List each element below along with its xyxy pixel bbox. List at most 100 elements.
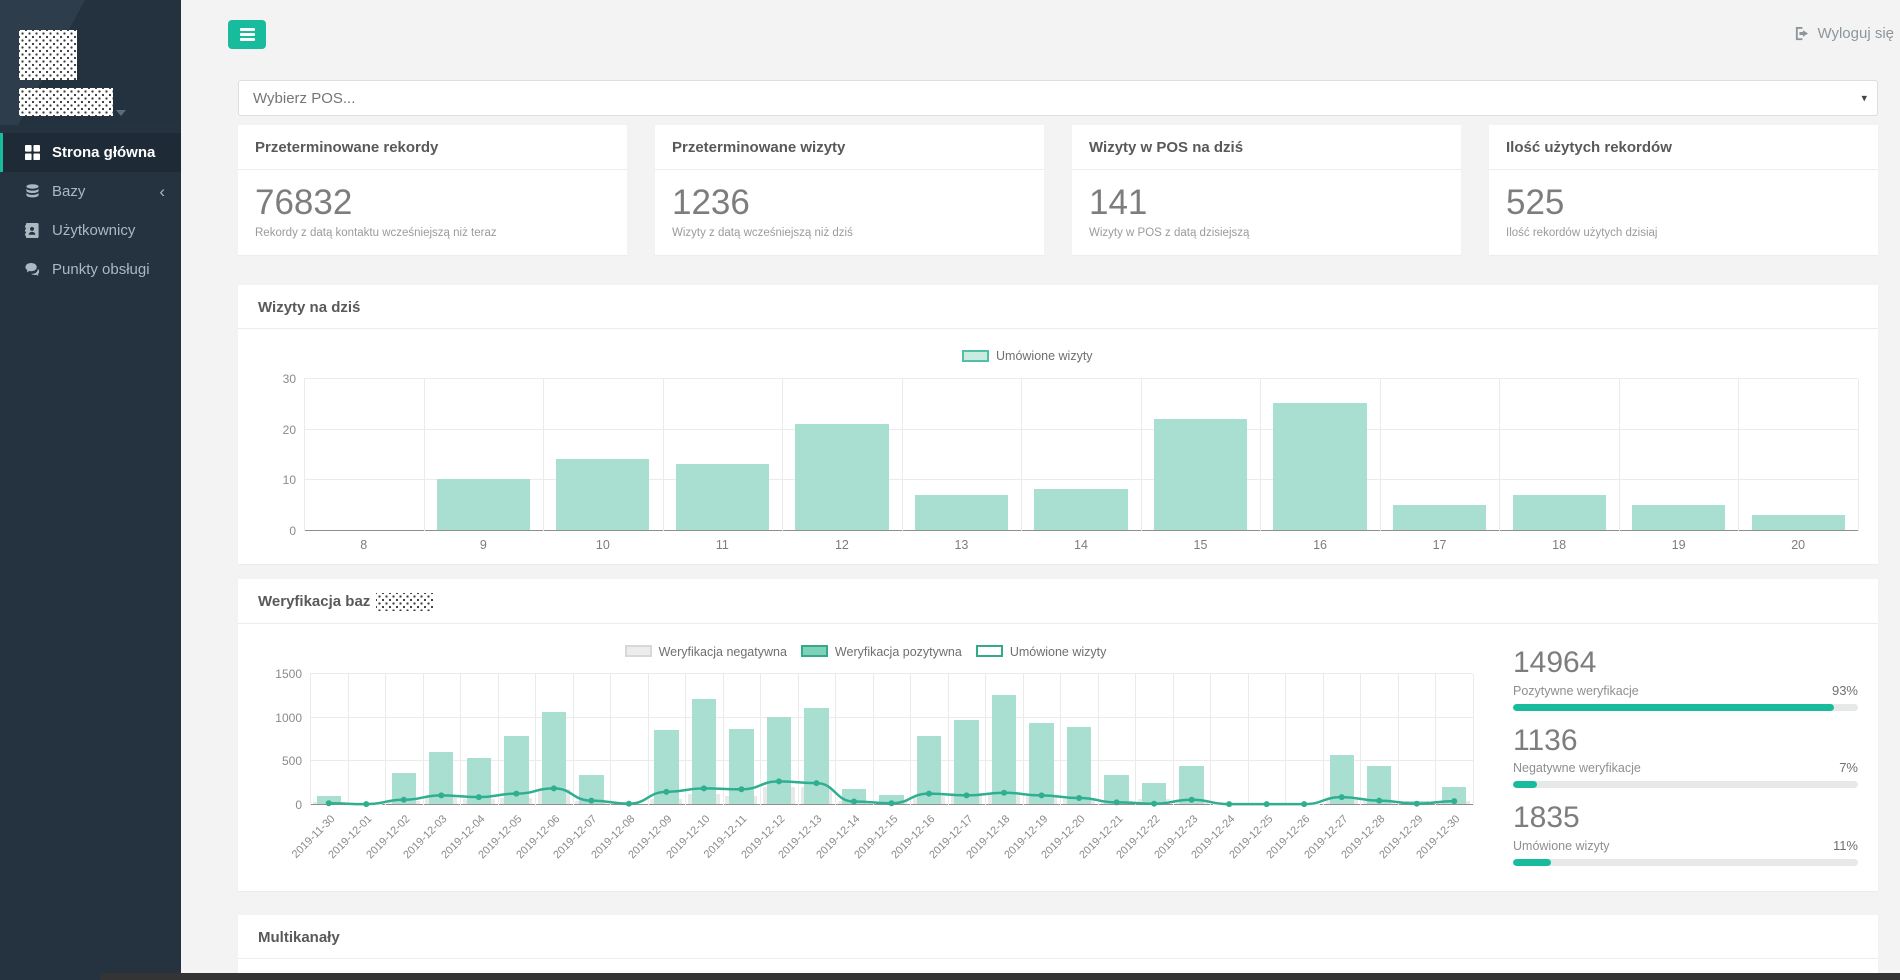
bar bbox=[1513, 495, 1606, 530]
panel-visits-today: Wizyty na dziś Umówione wizyty 0102030 8… bbox=[238, 285, 1878, 564]
panel-title: Wizyty na dziś bbox=[238, 285, 1878, 329]
sidebar-item-strona-glowna[interactable]: Strona główna bbox=[0, 133, 181, 172]
card-subtitle: Wizyty z datą wcześniejszą niż dziś bbox=[672, 227, 1027, 239]
pos-select[interactable]: Wybierz POS... ▾ bbox=[238, 80, 1878, 116]
stat-card-przeterminowane-wizyty: Przeterminowane wizyty 1236 Wizyty z dat… bbox=[655, 125, 1044, 255]
card-title: Przeterminowane wizyty bbox=[655, 125, 1044, 170]
grid-line bbox=[663, 379, 664, 531]
sign-out-icon bbox=[1794, 26, 1809, 41]
sidebar-item-uzytkownicy[interactable]: Użytkownicy bbox=[0, 211, 181, 250]
stat-value: 1835 bbox=[1513, 801, 1858, 836]
legend-label: Weryfikacja negatywna bbox=[659, 645, 787, 659]
card-value: 141 bbox=[1089, 182, 1444, 224]
stat-negatywne-weryfikacje: 1136 Negatywne weryfikacje 7% bbox=[1513, 724, 1858, 789]
panel-multichannel: Multikanały bbox=[238, 915, 1878, 975]
line-point bbox=[738, 786, 744, 792]
grid-line bbox=[1619, 379, 1620, 531]
verification-stats: 14964 Pozytywne weryfikacje 93% 1136 Neg… bbox=[1473, 628, 1858, 881]
line-point bbox=[588, 798, 594, 804]
database-icon bbox=[24, 183, 41, 200]
topbar: Wyloguj się bbox=[238, 0, 1878, 80]
line-point bbox=[551, 785, 557, 791]
sidebar-item-label: Użytkownicy bbox=[52, 222, 135, 239]
y-tick-label: 30 bbox=[258, 372, 296, 386]
line-point bbox=[513, 791, 519, 797]
grid-line bbox=[304, 378, 1858, 379]
card-title: Przeterminowane rekordy bbox=[238, 125, 627, 170]
legend-swatch-weryfikacja-negatywna bbox=[625, 645, 652, 657]
comments-icon bbox=[24, 261, 41, 278]
y-tick-label: 0 bbox=[258, 524, 296, 538]
x-tick-label: 12 bbox=[782, 538, 902, 552]
bar bbox=[676, 464, 769, 530]
card-subtitle: Wizyty w POS z datą dzisiejszą bbox=[1089, 227, 1444, 239]
grid-line bbox=[1380, 379, 1381, 531]
line-point bbox=[701, 785, 707, 791]
logo-area bbox=[0, 0, 181, 125]
sidebar: Strona główna Bazy ‹ Użytkownicy Punkty … bbox=[0, 0, 181, 980]
line-point bbox=[1189, 797, 1195, 803]
card-subtitle: Rekordy z datą kontaktu wcześniejszą niż… bbox=[255, 227, 610, 239]
line-point bbox=[1376, 798, 1382, 804]
legend-swatch-umowione-wizyty bbox=[976, 645, 1003, 657]
legend-label: Weryfikacja pozytywna bbox=[835, 645, 962, 659]
grid-line bbox=[1499, 379, 1500, 531]
chart-legend: Weryfikacja negatywna Weryfikacja pozyty… bbox=[258, 628, 1473, 668]
bar bbox=[795, 424, 888, 530]
y-tick-label: 0 bbox=[264, 798, 302, 812]
line-point bbox=[926, 791, 932, 797]
x-tick-label: 15 bbox=[1141, 538, 1261, 552]
sidebar-toggle-button[interactable] bbox=[228, 20, 266, 49]
visits-chart-xaxis: 891011121314151617181920 bbox=[304, 538, 1858, 552]
x-tick-label: 16 bbox=[1260, 538, 1380, 552]
x-tick-label: 13 bbox=[902, 538, 1022, 552]
horizontal-scrollbar-thumb[interactable] bbox=[100, 973, 1900, 980]
card-title: Wizyty w POS na dziś bbox=[1072, 125, 1461, 170]
sidebar-item-label: Strona główna bbox=[52, 144, 155, 161]
progress-bar bbox=[1513, 859, 1858, 866]
stat-card-przeterminowane-rekordy: Przeterminowane rekordy 76832 Rekordy z … bbox=[238, 125, 627, 255]
bar bbox=[1393, 505, 1486, 530]
grid-line bbox=[1260, 379, 1261, 531]
x-tick-label: 14 bbox=[1021, 538, 1141, 552]
stat-value: 1136 bbox=[1513, 724, 1858, 759]
bar bbox=[437, 479, 530, 530]
stat-label: Pozytywne weryfikacje bbox=[1513, 684, 1639, 698]
caret-down-icon bbox=[116, 110, 126, 116]
progress-bar bbox=[1513, 704, 1858, 711]
grid-icon bbox=[24, 144, 41, 161]
y-tick-label: 1000 bbox=[264, 711, 302, 725]
panel-title: Weryfikacja baz bbox=[238, 579, 1878, 624]
card-title: Ilość użytych rekordów bbox=[1489, 125, 1878, 170]
x-tick-label: 17 bbox=[1380, 538, 1500, 552]
legend-swatch-umowione-wizyty bbox=[962, 350, 989, 362]
line-point bbox=[813, 780, 819, 786]
bar bbox=[1752, 515, 1845, 530]
card-value: 525 bbox=[1506, 182, 1861, 224]
logout-button[interactable]: Wyloguj się bbox=[1794, 25, 1894, 42]
line-point bbox=[964, 792, 970, 798]
x-tick-label: 11 bbox=[663, 538, 783, 552]
sidebar-item-bazy[interactable]: Bazy ‹ bbox=[0, 172, 181, 211]
bar bbox=[1154, 419, 1247, 530]
line-point bbox=[1451, 798, 1457, 804]
grid-line bbox=[304, 530, 1858, 531]
sidebar-item-punkty-obslugi[interactable]: Punkty obsługi bbox=[0, 250, 181, 289]
line-point bbox=[1339, 794, 1345, 800]
bar bbox=[1034, 489, 1127, 530]
card-value: 1236 bbox=[672, 182, 1027, 224]
bar bbox=[915, 495, 1008, 530]
chevron-left-icon: ‹ bbox=[159, 183, 165, 200]
verification-chart-plot: 050010001500 bbox=[310, 674, 1473, 805]
line-series-umowione-wizyty bbox=[310, 674, 1473, 805]
x-tick-label: 18 bbox=[1499, 538, 1619, 552]
bar bbox=[556, 459, 649, 530]
x-tick-label: 19 bbox=[1619, 538, 1739, 552]
grid-line bbox=[304, 429, 1858, 430]
progress-bar bbox=[1513, 781, 1858, 788]
line-point bbox=[1076, 795, 1082, 801]
sidebar-item-label: Punkty obsługi bbox=[52, 261, 150, 278]
stat-percent: 93% bbox=[1832, 683, 1858, 698]
stat-label: Negatywne weryfikacje bbox=[1513, 761, 1641, 775]
y-tick-label: 500 bbox=[264, 754, 302, 768]
